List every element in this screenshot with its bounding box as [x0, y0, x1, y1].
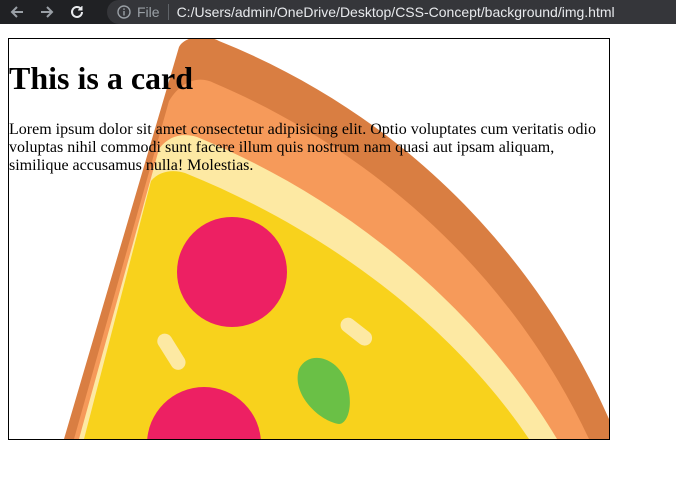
- forward-button[interactable]: [36, 1, 58, 23]
- card-title: This is a card: [9, 60, 194, 96]
- info-circle-icon[interactable]: [117, 5, 131, 19]
- card-text: Lorem ipsum dolor sit amet consectetur a…: [9, 121, 596, 174]
- reload-button[interactable]: [66, 1, 88, 23]
- address-divider: [167, 4, 169, 20]
- pepperoni-1: [177, 217, 287, 327]
- page-viewport: This is a card Lorem ipsum dolor sit ame…: [0, 24, 676, 496]
- back-button[interactable]: [6, 1, 28, 23]
- card-content: This is a card Lorem ipsum dolor sit ame…: [9, 39, 609, 175]
- browser-toolbar: File C:/Users/admin/OneDrive/Desktop/CSS…: [0, 0, 676, 24]
- arrow-left-icon: [10, 6, 23, 18]
- address-bar[interactable]: File C:/Users/admin/OneDrive/Desktop/CSS…: [107, 0, 676, 24]
- url-text[interactable]: C:/Users/admin/OneDrive/Desktop/CSS-Conc…: [177, 4, 615, 20]
- scheme-label: File: [137, 4, 160, 20]
- arrow-right-icon: [41, 6, 54, 18]
- card: This is a card Lorem ipsum dolor sit ame…: [8, 38, 610, 440]
- reload-icon: [71, 5, 83, 18]
